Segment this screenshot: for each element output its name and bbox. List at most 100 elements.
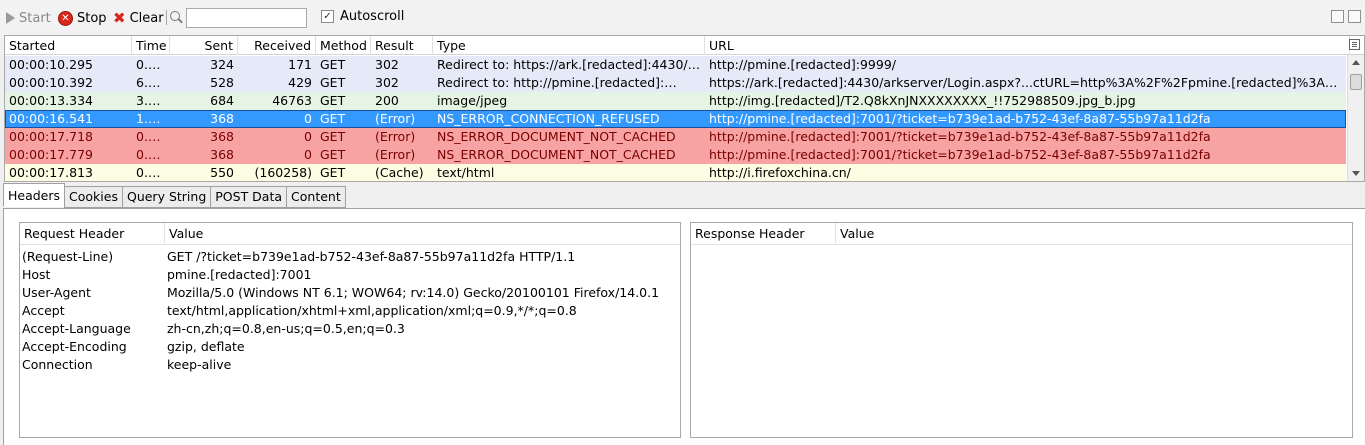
autoscroll-toggle[interactable]: ✓ Autoscroll: [321, 9, 404, 24]
cell-url: https://ark.[redacted]:4430/arkserver/Lo…: [709, 75, 1345, 90]
column-header-response-header[interactable]: Response Header: [691, 223, 836, 245]
cell-method: GET: [320, 111, 346, 126]
column-header-received[interactable]: Received: [238, 36, 316, 55]
response-headers-table: Response Header Value: [690, 222, 1353, 438]
cell-method: GET: [320, 57, 346, 72]
header-name: Host: [22, 267, 51, 282]
cell-started: 00:00:13.334: [9, 93, 93, 108]
cell-received: 0: [304, 129, 312, 144]
autoscroll-checkbox-icon[interactable]: ✓: [321, 10, 334, 23]
column-header-request-header[interactable]: Request Header: [20, 223, 165, 245]
cell-sent: 368: [210, 147, 234, 162]
header-row[interactable]: Accept-Language zh-cn,zh;q=0.8,en-us;q=0.…: [20, 320, 680, 338]
tab-cookies[interactable]: Cookies: [64, 186, 123, 208]
header-name: User-Agent: [22, 285, 91, 300]
cell-sent: 550: [210, 165, 234, 180]
header-name: (Request-Line): [22, 249, 114, 264]
response-headers-header: Response Header Value: [691, 223, 1352, 245]
vertical-scrollbar[interactable]: [1347, 55, 1364, 181]
clear-icon: ✖: [113, 8, 126, 27]
header-row[interactable]: Host pmine.[redacted]:7001: [20, 266, 680, 284]
clear-button[interactable]: ✖ Clear: [113, 9, 164, 27]
cell-method: GET: [320, 75, 346, 90]
cell-method: GET: [320, 93, 346, 108]
header-row[interactable]: Connection keep-alive: [20, 356, 680, 374]
stop-label: Stop: [77, 10, 107, 26]
search-icon: [170, 11, 180, 21]
cell-method: GET: [320, 147, 346, 162]
header-row[interactable]: Accept text/html,application/xhtml+xml,ap…: [20, 302, 680, 320]
column-header-result[interactable]: Result: [371, 36, 433, 55]
request-row[interactable]: 00:00:10.295 0.068 324 171 GET 302 Redirect to…: [5, 56, 1346, 74]
header-value: GET /?ticket=b739e1ad-b752-43ef-8a87-55b…: [167, 249, 576, 264]
request-row[interactable]: 00:00:10.392 6.106 528 429 GET 302 Redirect to…: [5, 74, 1346, 92]
cell-started: 00:00:17.718: [9, 129, 93, 144]
column-header-type[interactable]: Type: [433, 36, 705, 55]
search-input[interactable]: [186, 8, 307, 28]
toolbar-separator: [166, 10, 167, 25]
tab-query-string[interactable]: Query String: [121, 186, 212, 208]
cell-received: (160258): [254, 165, 312, 180]
cell-time: 0.022: [136, 165, 170, 180]
cell-time: 0.068: [136, 57, 170, 72]
close-panel-icon[interactable]: [1348, 10, 1361, 23]
request-row[interactable]: 00:00:16.541 1.059 368 0 GET (Error) NS_ERROR_…: [5, 110, 1346, 128]
cell-type: NS_ERROR_DOCUMENT_NOT_CACHED: [437, 129, 676, 144]
cell-url: http://pmine.[redacted]:7001/?ticket=b73…: [709, 129, 1211, 144]
cell-received: 0: [304, 147, 312, 162]
request-row[interactable]: 00:00:13.334 3.144 684 46763 GET 200 image/jpe…: [5, 92, 1346, 110]
tab-content[interactable]: Content: [286, 186, 346, 208]
header-name: Accept: [22, 303, 65, 318]
header-row[interactable]: Accept-Encoding gzip, deflate: [20, 338, 680, 356]
request-list-header: Started Time Sent Received Method Result Type U…: [5, 36, 1364, 55]
request-row[interactable]: 00:00:17.779 0.030 368 0 GET (Error) NS_ERROR_…: [5, 146, 1346, 164]
header-value: keep-alive: [167, 357, 232, 372]
request-list: Started Time Sent Received Method Result Type U…: [4, 35, 1365, 182]
cell-method: GET: [320, 129, 346, 144]
restore-window-icon[interactable]: [1331, 10, 1344, 23]
column-header-value[interactable]: Value: [165, 223, 682, 245]
autoscroll-label: Autoscroll: [340, 9, 405, 24]
scrollbar-thumb[interactable]: [1350, 74, 1362, 90]
cell-url: http://pmine.[redacted]:9999/: [709, 57, 896, 72]
cell-result: (Cache): [375, 165, 424, 180]
header-row[interactable]: (Request-Line) GET /?ticket=b739e1ad-b752…: [20, 248, 680, 266]
cell-started: 00:00:17.779: [9, 147, 93, 162]
scroll-up-icon[interactable]: [1352, 60, 1360, 65]
request-row[interactable]: 00:00:17.718 0.034 368 0 GET (Error) NS_ERROR_…: [5, 128, 1346, 146]
detail-tabs: Headers Cookies Query String POST Data Conte…: [3, 183, 346, 208]
request-row[interactable]: 00:00:17.813 0.022 550 (160258) GET (Cache) te…: [5, 164, 1346, 181]
header-name: Connection: [22, 357, 93, 372]
detail-panel: Request Header Value (Request-Line) GET /…: [3, 208, 1365, 445]
stop-icon: ✕: [58, 10, 73, 26]
cell-type: image/jpeg: [437, 93, 508, 108]
column-chooser-icon[interactable]: [1349, 39, 1360, 50]
cell-time: 1.059: [136, 111, 170, 126]
cell-url: http://i.firefoxchina.cn/: [709, 165, 851, 180]
header-name: Accept-Encoding: [22, 339, 127, 354]
column-header-started[interactable]: Started: [5, 36, 132, 55]
column-header-value[interactable]: Value: [836, 223, 1354, 245]
column-header-url[interactable]: URL: [705, 36, 1350, 55]
header-value: zh-cn,zh;q=0.8,en-us;q=0.5,en;q=0.3: [167, 321, 405, 336]
tab-headers[interactable]: Headers: [3, 183, 66, 207]
request-headers-header: Request Header Value: [20, 223, 680, 245]
cell-time: 3.144: [136, 93, 170, 108]
cell-result: 302: [375, 75, 399, 90]
stop-button[interactable]: ✕ Stop: [58, 9, 107, 27]
clear-label: Clear: [129, 10, 164, 26]
header-row[interactable]: User-Agent Mozilla/5.0 (Windows NT 6.1; W…: [20, 284, 680, 302]
tab-post-data[interactable]: POST Data: [210, 186, 288, 208]
cell-started: 00:00:17.813: [9, 165, 93, 180]
cell-sent: 368: [210, 129, 234, 144]
request-headers-table: Request Header Value (Request-Line) GET /…: [19, 222, 681, 438]
cell-url: http://img.[redacted]/T2.Q8kXnJNXXXXXXXX…: [709, 93, 1136, 108]
start-button[interactable]: Start: [6, 9, 51, 27]
column-header-time[interactable]: Time: [132, 36, 170, 55]
column-header-method[interactable]: Method: [316, 36, 371, 55]
column-header-sent[interactable]: Sent: [170, 36, 238, 55]
cell-url: http://pmine.[redacted]:7001/?ticket=b73…: [709, 147, 1211, 162]
cell-started: 00:00:16.541: [9, 111, 93, 126]
scroll-down-icon[interactable]: [1352, 171, 1360, 176]
window-buttons: [1331, 10, 1361, 23]
